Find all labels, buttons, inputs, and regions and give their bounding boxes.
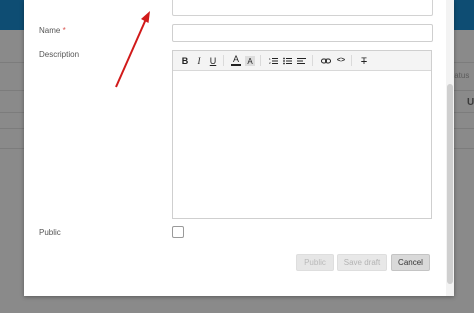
clear-format-button[interactable]: T xyxy=(359,54,369,67)
cancel-button[interactable]: Cancel xyxy=(391,254,430,271)
public-checkbox[interactable] xyxy=(172,226,184,238)
public-button[interactable]: Public xyxy=(296,254,334,271)
description-label: Description xyxy=(39,50,80,59)
code-button[interactable]: <> xyxy=(336,54,346,67)
ordered-list-icon: 1 2 xyxy=(269,57,278,65)
create-item-modal: Name * Description B I U A A 1 2 <> T Pu… xyxy=(24,0,454,296)
modal-scrollbar-thumb[interactable] xyxy=(447,84,453,284)
toolbar-separator xyxy=(351,55,352,66)
toolbar-separator xyxy=(260,55,261,66)
bullet-list-icon xyxy=(282,57,292,64)
public-label: Public xyxy=(39,228,61,237)
background-color-button[interactable]: A xyxy=(245,56,255,66)
name-label: Name * xyxy=(39,26,66,35)
bullet-list-button[interactable] xyxy=(282,54,292,67)
link-button[interactable] xyxy=(321,54,331,67)
align-button[interactable] xyxy=(296,54,306,67)
font-color-button[interactable]: A xyxy=(231,54,241,66)
name-label-text: Name xyxy=(39,26,61,35)
toolbar-separator xyxy=(312,55,313,66)
required-marker: * xyxy=(62,26,66,35)
background-status-header: tatus xyxy=(452,71,470,80)
italic-button[interactable]: I xyxy=(194,54,204,67)
editor-toolbar: B I U A A 1 2 <> T xyxy=(173,51,431,71)
svg-text:2: 2 xyxy=(269,61,271,65)
name-input[interactable] xyxy=(172,24,433,42)
top-input-field[interactable] xyxy=(172,0,433,16)
modal-scrollbar-track[interactable] xyxy=(446,0,454,296)
save-draft-button[interactable]: Save draft xyxy=(337,254,387,271)
align-left-icon xyxy=(296,57,306,64)
ordered-list-button[interactable]: 1 2 xyxy=(268,54,278,67)
bold-button[interactable]: B xyxy=(180,54,190,67)
editor-content-area[interactable] xyxy=(173,71,431,218)
underline-button[interactable]: U xyxy=(208,54,218,67)
background-column-header: U xyxy=(467,97,474,108)
toolbar-separator xyxy=(223,55,224,66)
link-icon xyxy=(321,58,331,63)
description-editor[interactable]: B I U A A 1 2 <> T xyxy=(172,50,432,219)
